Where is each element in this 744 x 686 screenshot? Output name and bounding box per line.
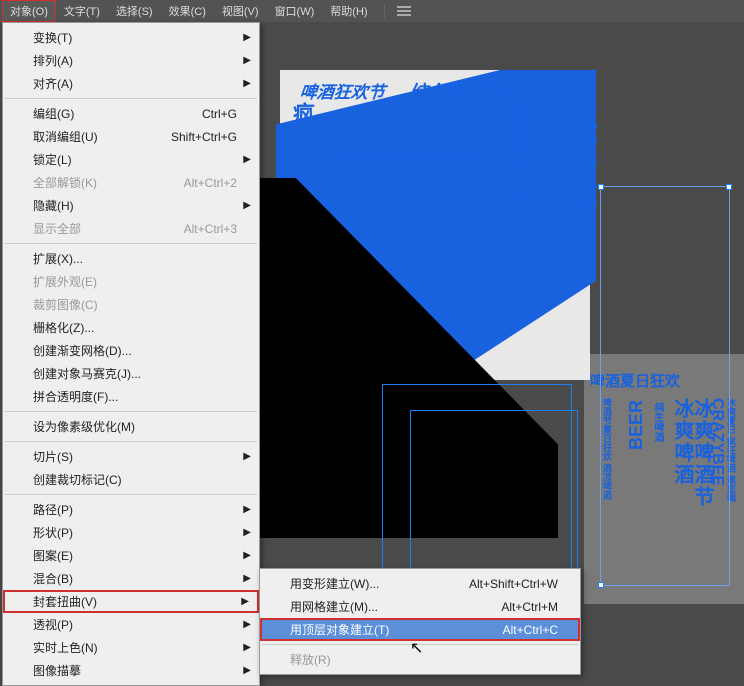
menu-view[interactable]: 视图(V): [214, 0, 267, 22]
canvas-text: 啤酒狂欢节: [299, 78, 387, 103]
menu-item[interactable]: 形状(P)▶: [3, 521, 259, 544]
menu-item[interactable]: 对齐(A)▶: [3, 72, 259, 95]
canvas-text: 冰爽夏日: [510, 104, 527, 152]
chevron-right-icon: ▶: [243, 619, 251, 630]
menu-item[interactable]: 封套扭曲(V)▶: [3, 590, 259, 613]
canvas-text: 邀您喝: [488, 108, 504, 141]
menu-item[interactable]: 实时上色(N)▶: [3, 636, 259, 659]
canvas-text: 疯凉: [286, 102, 318, 146]
canvas-text: 疯狂啤酒: [510, 156, 527, 204]
menu-item[interactable]: 透视(P)▶: [3, 613, 259, 636]
chevron-right-icon: ▶: [243, 527, 251, 538]
menu-separator: [5, 98, 257, 99]
menu-item[interactable]: 创建对象马赛克(J)...: [3, 362, 259, 385]
menu-select[interactable]: 选择(S): [108, 0, 161, 22]
menu-separator: [5, 441, 257, 442]
menu-item[interactable]: 排列(A)▶: [3, 49, 259, 72]
canvas-text: BEER: [324, 108, 411, 142]
menu-separator: [5, 494, 257, 495]
canvas-text: 啤酒夏日狂欢: [590, 370, 680, 391]
chevron-right-icon: ▶: [243, 78, 251, 89]
envelope-distort-submenu: 用变形建立(W)...Alt+Shift+Ctrl+W用网格建立(M)...Al…: [259, 568, 581, 675]
canvas-text: 冰爽啤酒: [668, 398, 697, 486]
canvas-text: 冰爽夏日 疯狂啤酒 邀您喝: [726, 398, 736, 502]
menu-separator: [5, 411, 257, 412]
menu-item[interactable]: 图像描摹▶: [3, 659, 259, 682]
submenu-item[interactable]: 用顶层对象建立(T)Alt+Ctrl+C: [260, 618, 580, 641]
submenu-item: 释放(R): [260, 648, 580, 671]
menu-item[interactable]: 创建裁切标记(C): [3, 468, 259, 491]
chevron-right-icon: ▶: [243, 504, 251, 515]
menu-item[interactable]: 取消编组(U)Shift+Ctrl+G: [3, 125, 259, 148]
hamburger-icon[interactable]: [397, 6, 411, 16]
chevron-right-icon: ▶: [243, 451, 251, 462]
canvas-text: COLDBEERFESTIVAL: [332, 162, 493, 178]
canvas-text: 纯生啤酒凉夏夏日啤酒节邀您畅饮: [338, 148, 476, 163]
menu-item[interactable]: 设为像素级优化(M): [3, 415, 259, 438]
submenu-item[interactable]: 用变形建立(W)...Alt+Shift+Ctrl+W: [260, 572, 580, 595]
canvas-text: 冰爽啤酒: [562, 104, 602, 228]
object-menu-dropdown: 变换(T)▶排列(A)▶对齐(A)▶ 编组(G)Ctrl+G取消编组(U)Shif…: [2, 22, 260, 686]
menu-item[interactable]: 切片(S)▶: [3, 445, 259, 468]
menu-object[interactable]: 对象(O): [2, 0, 56, 22]
menu-bar: 对象(O) 文字(T) 选择(S) 效果(C) 视图(V) 窗口(W) 帮助(H…: [0, 0, 744, 22]
menu-separator: [384, 4, 385, 18]
chevron-right-icon: ▶: [243, 573, 251, 584]
menu-item[interactable]: 拼合透明度(F)...: [3, 385, 259, 408]
chevron-right-icon: ▶: [243, 200, 251, 211]
menu-item[interactable]: 锁定(L)▶: [3, 148, 259, 171]
submenu-item[interactable]: 用网格建立(M)...Alt+Ctrl+M: [260, 595, 580, 618]
menu-separator: [5, 243, 257, 244]
menu-item[interactable]: 混合(B)▶: [3, 567, 259, 590]
menu-item[interactable]: 栅格化(Z)...: [3, 316, 259, 339]
menu-help[interactable]: 帮助(H): [322, 0, 375, 22]
canvas-text: 冰爽啤: [528, 106, 565, 190]
chevron-right-icon: ▶: [243, 642, 251, 653]
chevron-right-icon: ▶: [243, 32, 251, 43]
menu-item[interactable]: 路径(P)▶: [3, 498, 259, 521]
menu-item: 扩展外观(E): [3, 270, 259, 293]
menu-item[interactable]: 隐藏(H)▶: [3, 194, 259, 217]
menu-item: 裁剪图像(C): [3, 293, 259, 316]
canvas-text: 纯色啤酒夏日狂欢: [412, 78, 572, 105]
menu-item[interactable]: 编组(G)Ctrl+G: [3, 102, 259, 125]
menu-item: 全部解锁(K)Alt+Ctrl+2: [3, 171, 259, 194]
chevron-right-icon: ▶: [243, 154, 251, 165]
menu-effect[interactable]: 效果(C): [161, 0, 214, 22]
chevron-right-icon: ▶: [243, 550, 251, 561]
menu-item[interactable]: 创建渐变网格(D)...: [3, 339, 259, 362]
menu-separator: [262, 644, 578, 645]
canvas-text: 纯生啤酒: [650, 402, 665, 442]
menu-item: 显示全部Alt+Ctrl+3: [3, 217, 259, 240]
menu-item[interactable]: 图案(E)▶: [3, 544, 259, 567]
menu-window[interactable]: 窗口(W): [267, 0, 323, 22]
chevron-right-icon: ▶: [243, 665, 251, 676]
menu-item[interactable]: 扩展(X)...: [3, 247, 259, 270]
canvas[interactable]: 啤酒狂欢节 纯色啤酒夏日狂欢 BEER ARTMAN SDESIGN 纯生啤酒凉…: [260, 22, 744, 661]
menu-text[interactable]: 文字(T): [56, 0, 108, 22]
canvas-text: 啤酒节夏日狂欢 酒凉啤酒: [602, 398, 612, 500]
chevron-right-icon: ▶: [243, 55, 251, 66]
menu-item[interactable]: 变换(T)▶: [3, 26, 259, 49]
canvas-text: BEER: [626, 400, 647, 450]
chevron-right-icon: ▶: [241, 596, 249, 607]
